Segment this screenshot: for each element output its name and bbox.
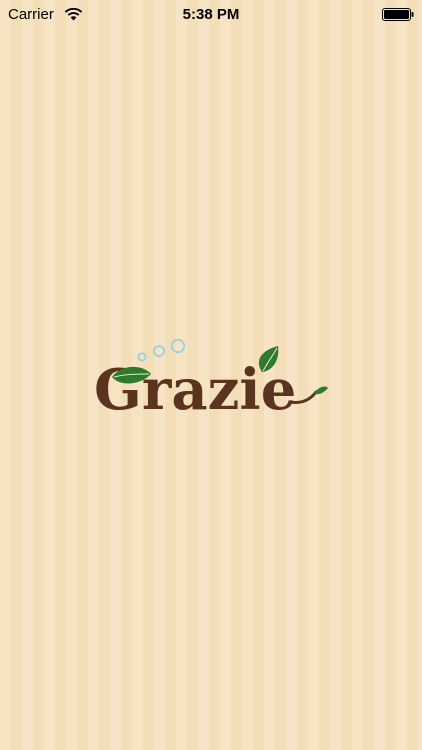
app-logo: Grazie — [90, 330, 330, 423]
bubble-icon — [153, 345, 165, 357]
status-time: 5:38 PM — [182, 6, 240, 23]
bubble-icon — [170, 338, 186, 354]
grazie-logo: Grazie — [94, 338, 328, 423]
sprout-icon — [314, 386, 328, 395]
battery-full-icon — [382, 8, 414, 21]
status-bar: Carrier 5:38 PM — [0, 0, 422, 30]
